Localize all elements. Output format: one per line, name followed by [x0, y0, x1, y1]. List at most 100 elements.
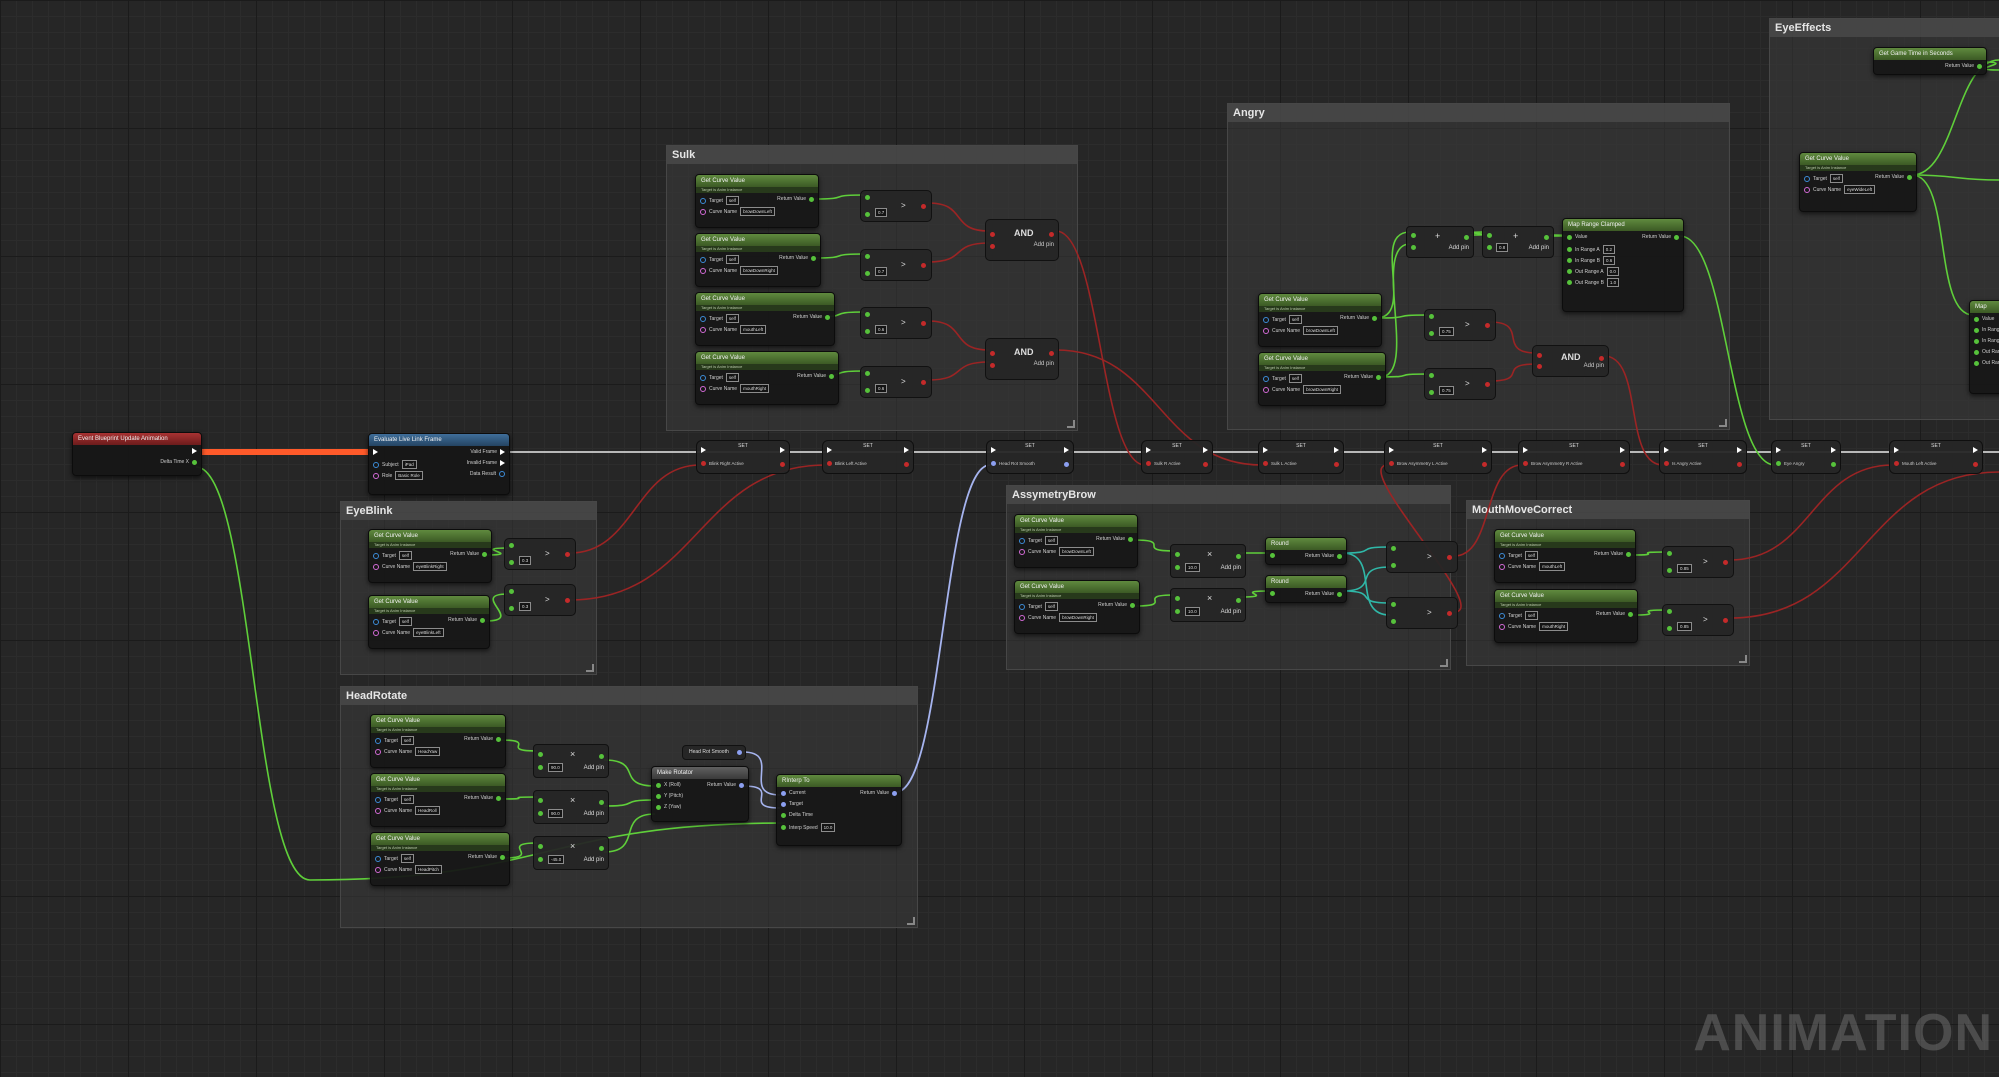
return-value-pin[interactable]: [1337, 591, 1342, 597]
curve-name-input[interactable]: eyeBlinkRight: [413, 562, 447, 571]
add-input-pin[interactable]: [1411, 233, 1416, 238]
exec-in-icon[interactable]: [827, 447, 832, 453]
and-input-pin[interactable]: [990, 244, 995, 249]
exec-out-icon[interactable]: [1737, 447, 1742, 453]
add-pin-button[interactable]: Add pin: [1449, 245, 1469, 251]
multiply-value-input[interactable]: -45.0: [548, 855, 565, 864]
add-pin-button[interactable]: Add pin: [1584, 363, 1604, 369]
compare-greater-node[interactable]: 0.7 >: [860, 190, 932, 222]
compare-output-pin[interactable]: [921, 263, 926, 268]
exec-in-icon[interactable]: [373, 449, 378, 455]
multiply-output-pin[interactable]: [1236, 554, 1241, 559]
value-pin[interactable]: [1567, 234, 1572, 240]
compare-output-pin[interactable]: [565, 598, 570, 603]
compare-input-pin[interactable]: [1667, 626, 1672, 631]
add-pin-button[interactable]: Add pin: [1034, 242, 1054, 248]
compare-greater-node[interactable]: 0.6 >: [860, 366, 932, 398]
compare-input-pin[interactable]: [1429, 373, 1434, 378]
curve-name-pin[interactable]: [373, 629, 379, 636]
target-pin[interactable]: [1263, 375, 1269, 382]
compare-input-pin[interactable]: [509, 560, 514, 565]
getcurve-node[interactable]: Get Curve Value Target is Anim Instance …: [368, 595, 490, 649]
return-value-pin[interactable]: [739, 782, 744, 788]
set-variable-node[interactable]: SET Brow Asymmetry L Active: [1384, 440, 1492, 474]
and-output-pin[interactable]: [1599, 356, 1604, 361]
bool-wire[interactable]: [1729, 471, 1999, 619]
threshold-input[interactable]: 0.7: [875, 208, 888, 217]
set-value-pin[interactable]: [1523, 461, 1528, 466]
compare-output-pin[interactable]: [1485, 382, 1490, 387]
multiply-input-pin[interactable]: [538, 811, 543, 816]
out-range-b-pin[interactable]: [1974, 360, 1979, 366]
exec-in-icon[interactable]: [1894, 447, 1899, 453]
curve-name-input[interactable]: browDownRight: [740, 266, 778, 275]
compare-greater-node[interactable]: >: [1386, 597, 1458, 629]
return-value-pin[interactable]: [1977, 63, 1982, 69]
compare-input-pin[interactable]: [1667, 609, 1672, 614]
eyefx-map-node[interactable]: Map Value In Range A In Range B Out Rang…: [1969, 300, 1999, 394]
curve-name-input[interactable]: eyeWideLeft: [1844, 185, 1876, 194]
curve-name-input[interactable]: browDownLeft: [1059, 547, 1094, 556]
map-range-clamped-node[interactable]: Map Range Clamped Value Return Value In R…: [1562, 218, 1684, 312]
return-value-pin[interactable]: [1674, 234, 1679, 240]
multiply-node[interactable]: 90.0 × Add pin: [533, 790, 609, 824]
set-value-pin[interactable]: [1146, 461, 1151, 466]
compare-input-pin[interactable]: [865, 329, 870, 334]
multiply-input-pin[interactable]: [538, 752, 543, 757]
rinterp-to-node[interactable]: RInterp To Current Return Value Target De…: [776, 774, 902, 846]
return-value-pin[interactable]: [1130, 602, 1135, 608]
compare-greater-node[interactable]: 0.85 >: [1662, 604, 1734, 636]
threshold-input[interactable]: 0.6: [875, 325, 888, 334]
curve-name-input[interactable]: mouthLeft: [1539, 562, 1566, 571]
delta-time-pin[interactable]: [192, 459, 197, 465]
compare-output-pin[interactable]: [565, 552, 570, 557]
multiply-value-input[interactable]: 90.0: [548, 809, 563, 818]
return-value-pin[interactable]: [482, 551, 487, 557]
curve-name-pin[interactable]: [375, 748, 381, 755]
getcurve-node[interactable]: Get Curve Value Target is Anim Instance …: [370, 714, 506, 768]
compare-greater-node[interactable]: 0.75 >: [1424, 309, 1496, 341]
multiply-node[interactable]: -45.0 × Add pin: [533, 836, 609, 870]
compare-greater-node[interactable]: 0.6 >: [860, 307, 932, 339]
set-output-pin[interactable]: [780, 462, 785, 467]
threshold-input[interactable]: 0.75: [1439, 327, 1454, 336]
curve-name-input[interactable]: HeadPitch: [415, 865, 442, 874]
return-value-pin[interactable]: [1372, 315, 1377, 321]
return-value-pin[interactable]: [1376, 374, 1381, 380]
curve-name-pin[interactable]: [700, 385, 706, 392]
curve-name-input[interactable]: mouthLeft: [740, 325, 767, 334]
delta-wire[interactable]: [195, 466, 311, 881]
add-pin-button[interactable]: Add pin: [584, 765, 604, 771]
set-output-pin[interactable]: [1973, 462, 1978, 467]
return-value-pin[interactable]: [892, 790, 897, 796]
exec-out-icon[interactable]: [904, 447, 909, 453]
compare-input-pin[interactable]: [1391, 546, 1396, 551]
interp-speed-pin[interactable]: [781, 825, 786, 830]
return-value-pin[interactable]: [1628, 611, 1633, 617]
multiply-output-pin[interactable]: [1236, 598, 1241, 603]
exec-out-icon[interactable]: [1203, 447, 1208, 453]
exec-out-icon[interactable]: [1831, 447, 1836, 453]
exec-out-icon[interactable]: [1620, 447, 1625, 453]
make-rotator-node[interactable]: Make Rotator X (Roll) Return Value Y (Pit…: [651, 766, 749, 822]
compare-greater-node[interactable]: 0.7 >: [860, 249, 932, 281]
eyefx-getcurve-node[interactable]: Get Curve Value Target is Anim Instance …: [1799, 152, 1917, 212]
and-input-pin[interactable]: [990, 351, 995, 356]
target-pin[interactable]: [375, 737, 381, 744]
compare-input-pin[interactable]: [1391, 619, 1396, 624]
multiply-input-pin[interactable]: [1175, 596, 1180, 601]
add-pin-button[interactable]: Add pin: [1221, 609, 1241, 615]
set-variable-node[interactable]: SET Blink Left Active: [822, 440, 914, 474]
target-pin[interactable]: [375, 855, 381, 862]
add-pin-button[interactable]: Add pin: [1221, 565, 1241, 571]
out-range-a-pin[interactable]: [1974, 349, 1979, 355]
role-select[interactable]: Basic Role: [395, 471, 423, 480]
compare-input-pin[interactable]: [865, 212, 870, 217]
exec-in-icon[interactable]: [1776, 447, 1781, 453]
compare-greater-node[interactable]: 0.3 >: [504, 584, 576, 616]
curve-name-pin[interactable]: [375, 866, 381, 873]
set-output-pin[interactable]: [1737, 462, 1742, 467]
compare-greater-node[interactable]: >: [1386, 541, 1458, 573]
add-node[interactable]: 0.8 + Add pin: [1482, 226, 1554, 258]
compare-input-pin[interactable]: [509, 543, 514, 548]
